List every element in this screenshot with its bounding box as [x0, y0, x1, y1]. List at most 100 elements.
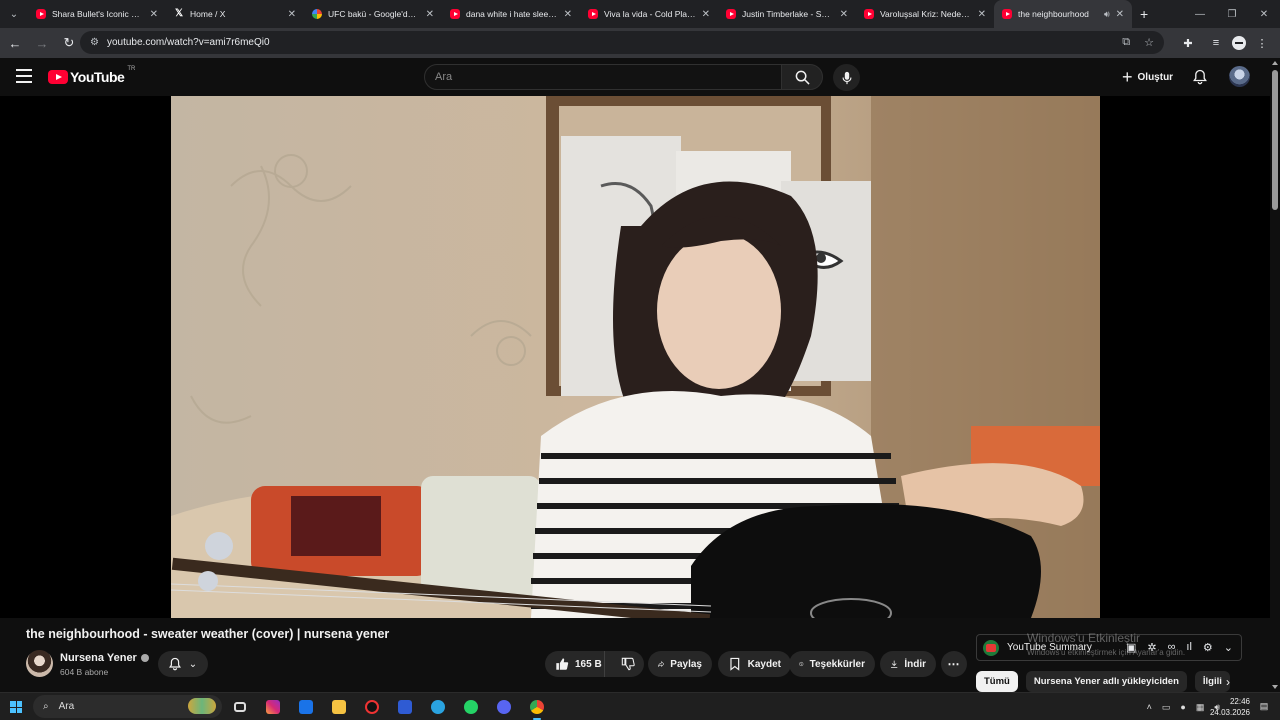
x-icon: 𝕏 [174, 8, 184, 19]
file-explorer-icon[interactable] [327, 696, 351, 718]
url-text: youtube.com/watch?v=ami7r6meQi0 [106, 37, 270, 48]
bookmark-star-icon[interactable]: ☆ [1144, 36, 1154, 49]
close-tab-icon[interactable]: ✕ [840, 9, 848, 20]
video-frame-image [171, 96, 1100, 618]
search-input[interactable]: Ara [424, 64, 782, 90]
reload-icon[interactable]: ↻ [57, 31, 81, 55]
glasses-icon[interactable]: ∞ [1168, 641, 1176, 654]
browser-tab[interactable]: 𝕏 Home / X ✕ [166, 0, 304, 28]
cast-icon[interactable]: ⧉ [1122, 36, 1130, 49]
account-avatar[interactable] [1229, 66, 1250, 87]
media-control-icon[interactable]: ≡ [1204, 31, 1228, 55]
close-tab-icon[interactable]: ✕ [1116, 9, 1124, 20]
notification-center-icon[interactable]: ▤ [1256, 698, 1272, 714]
browser-tab-active[interactable]: the neighbourhood 🔊︎ ✕ [994, 0, 1132, 28]
download-button[interactable]: İndir [880, 651, 936, 677]
tab-title: Viva la vida - Cold Play Al [604, 9, 696, 19]
close-tab-icon[interactable]: ✕ [150, 9, 158, 20]
chatgpt-icon[interactable]: ✲ [1147, 641, 1156, 654]
like-button[interactable]: 165 B [545, 651, 606, 677]
network-icon[interactable]: ▦ [1196, 702, 1205, 713]
window-controls: — ❐ ✕ [1184, 0, 1280, 28]
close-window-icon[interactable]: ✕ [1248, 0, 1280, 28]
more-actions-button[interactable]: ⋯ [941, 651, 967, 677]
dislike-button[interactable] [611, 651, 644, 677]
browser-tab[interactable]: Varoluşsal Kriz: Neden Va ✕ [856, 0, 994, 28]
settings-gear-icon[interactable]: ⚙ [1203, 641, 1213, 654]
video-player[interactable] [0, 96, 1270, 618]
chrome-menu-icon[interactable]: ⋮ [1250, 31, 1274, 55]
close-tab-icon[interactable]: ✕ [426, 9, 434, 20]
channel-name[interactable]: Nursena Yener [60, 652, 137, 664]
chip-from-uploader[interactable]: Nursena Yener adlı yükleyiciden [1025, 671, 1187, 692]
browser-tab[interactable]: dana white i hate sleep - ✕ [442, 0, 580, 28]
whatsapp-icon[interactable] [459, 696, 483, 718]
page-scrollbar[interactable] [1270, 58, 1280, 692]
outlook-icon[interactable] [294, 696, 318, 718]
vpn-app-icon[interactable] [393, 696, 417, 718]
channel-name-row[interactable]: Nursena Yener [60, 652, 149, 664]
back-icon[interactable]: ← [3, 31, 27, 55]
microphone-icon[interactable]: ● [1180, 702, 1185, 712]
audio-wave-icon[interactable]: ıl [1186, 641, 1192, 654]
windows-start-icon[interactable] [10, 701, 22, 713]
discord-icon[interactable] [492, 696, 516, 718]
youtube-summary-panel[interactable]: YouTube Summary ▣ ✲ ∞ ıl ⚙ ⌄ [976, 634, 1242, 661]
subscriber-count: 604 B abone [60, 667, 109, 677]
close-tab-icon[interactable]: ✕ [702, 9, 710, 20]
save-button[interactable]: Kaydet [718, 651, 791, 677]
chip-all[interactable]: Tümü [976, 671, 1018, 692]
site-info-icon[interactable]: ⚙ [90, 37, 99, 48]
taskbar-clock[interactable]: 22:46 24.03.2026 [1210, 696, 1250, 718]
chevron-down-icon[interactable]: ⌄ [1224, 641, 1233, 654]
youtube-play-icon [48, 70, 68, 84]
forward-icon[interactable]: → [30, 31, 54, 55]
microphone-icon [841, 71, 852, 84]
bell-icon [168, 657, 181, 671]
maximize-icon[interactable]: ❐ [1216, 0, 1248, 28]
notifications-button[interactable] [1190, 67, 1210, 87]
tab-search-icon[interactable]: ⌄ [0, 0, 28, 28]
scroll-down-icon[interactable] [1272, 685, 1278, 689]
chrome-icon[interactable] [525, 696, 549, 720]
chevron-right-icon[interactable]: › [1218, 672, 1238, 692]
summary-title: YouTube Summary [1007, 642, 1092, 653]
summary-extension-icon [983, 639, 999, 656]
scroll-up-icon[interactable] [1272, 61, 1278, 65]
channel-avatar[interactable] [26, 650, 53, 677]
youtube-icon [1002, 9, 1012, 19]
telegram-icon[interactable] [426, 696, 450, 718]
close-tab-icon[interactable]: ✕ [978, 9, 986, 20]
instagram-icon[interactable] [261, 696, 285, 718]
subscription-notifications-button[interactable]: ⌄ [158, 651, 208, 677]
taskbar-search[interactable]: ⌕ Ara [33, 695, 222, 718]
close-tab-icon[interactable]: ✕ [288, 9, 296, 20]
create-button[interactable]: + Oluştur [1114, 64, 1181, 90]
profile-icon[interactable] [1232, 36, 1246, 50]
video-frame[interactable] [171, 96, 1100, 618]
task-view-icon[interactable] [228, 696, 252, 718]
scrollbar-thumb[interactable] [1272, 70, 1278, 210]
browser-tab[interactable]: Shara Bullet's Iconic Com ✕ [28, 0, 166, 28]
address-input[interactable]: ⚙ youtube.com/watch?v=ami7r6meQi0 ⧉ ☆ [80, 31, 1164, 54]
thanks-button[interactable]: Teşekkürler [789, 651, 875, 677]
share-button[interactable]: Paylaş [648, 651, 712, 677]
youtube-logo[interactable]: YouTube TR [48, 66, 135, 85]
battery-icon[interactable]: ▭ [1162, 702, 1171, 713]
browser-tab[interactable]: Justin Timberlake - Sexy ✕ [718, 0, 856, 28]
browser-tab[interactable]: Viva la vida - Cold Play Al ✕ [580, 0, 718, 28]
browser-tab[interactable]: UFC bakü - Google'da Ara ✕ [304, 0, 442, 28]
new-tab-icon[interactable]: + [1140, 0, 1148, 28]
extensions-icon[interactable]: ✚ [1176, 31, 1200, 55]
speaker-icon[interactable]: 🔊︎ [1104, 9, 1110, 20]
voice-search-button[interactable] [833, 64, 860, 91]
minimize-icon[interactable]: — [1184, 0, 1216, 28]
menu-icon[interactable] [16, 69, 32, 83]
app-icon[interactable] [360, 696, 384, 718]
close-tab-icon[interactable]: ✕ [564, 9, 572, 20]
share-label: Paylaş [670, 658, 702, 670]
search-button[interactable] [781, 64, 823, 90]
video-summary-icon[interactable]: ▣ [1126, 641, 1136, 654]
tray-chevron-icon[interactable]: ˄ [1147, 702, 1152, 712]
verified-icon [140, 654, 149, 662]
